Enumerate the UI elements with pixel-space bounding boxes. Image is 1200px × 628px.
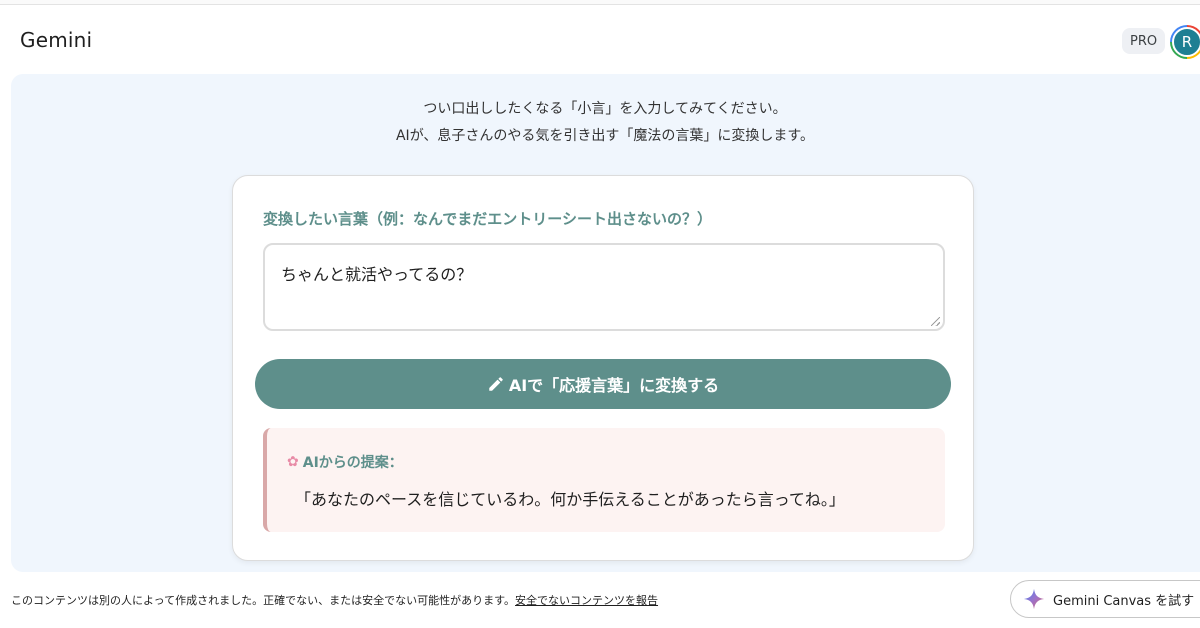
footer-disclaimer: このコンテンツは別の人によって作成されました。正確でない、または安全でない可能性… bbox=[11, 592, 658, 608]
canvas-button-label: Gemini Canvas を試す bbox=[1053, 593, 1195, 609]
app-header: Gemini PRO R bbox=[0, 6, 1200, 72]
intro-line-2: AIが、息子さんのやる気を引き出す「魔法の言葉」に変換します。 bbox=[395, 128, 815, 144]
try-gemini-canvas-button[interactable]: Gemini Canvas を試す bbox=[1010, 580, 1200, 618]
input-label: 変換したい言葉（例：なんでまだエントリーシート出さないの？） bbox=[263, 210, 712, 228]
gemini-logo-text[interactable]: Gemini bbox=[20, 28, 92, 52]
convert-button-label: AIで「応援言葉」に変換する bbox=[508, 376, 720, 395]
intro-text: つい口出ししたくなる「小言」を入力してみてください。 AIが、息子さんのやる気を… bbox=[0, 96, 1200, 150]
converter-card: 変換したい言葉（例：なんでまだエントリーシート出さないの？） ちゃんと就活やって… bbox=[232, 175, 974, 561]
flower-icon: ✿ bbox=[287, 454, 299, 470]
resize-handle-icon[interactable] bbox=[931, 317, 940, 326]
result-panel: ✿ AIからの提案： 「あなたのペースを信じているわ。何か手伝えることがあったら… bbox=[263, 428, 945, 532]
result-label-text: AIからの提案： bbox=[302, 455, 403, 471]
disclaimer-text: このコンテンツは別の人によって作成されました。正確でない、または安全でない可能性… bbox=[11, 594, 516, 607]
sparkle-icon bbox=[1023, 588, 1045, 610]
intro-line-1: つい口出ししたくなる「小言」を入力してみてください。 bbox=[423, 101, 787, 117]
result-label: ✿ AIからの提案： bbox=[287, 452, 403, 472]
phrase-input-value: ちゃんと就活やってるの？ bbox=[281, 265, 473, 284]
phrase-input[interactable]: ちゃんと就活やってるの？ bbox=[263, 243, 945, 331]
result-text: 「あなたのペースを信じているわ。何か手伝えることがあったら言ってね。」 bbox=[295, 490, 845, 509]
avatar-letter: R bbox=[1172, 27, 1200, 57]
avatar[interactable]: R bbox=[1170, 25, 1200, 59]
pencil-icon bbox=[489, 377, 503, 391]
pro-badge: PRO bbox=[1122, 28, 1166, 54]
report-unsafe-link[interactable]: 安全でないコンテンツを報告 bbox=[515, 594, 658, 607]
convert-button[interactable]: AIで「応援言葉」に変換する bbox=[255, 359, 951, 409]
top-border bbox=[0, 0, 1200, 5]
